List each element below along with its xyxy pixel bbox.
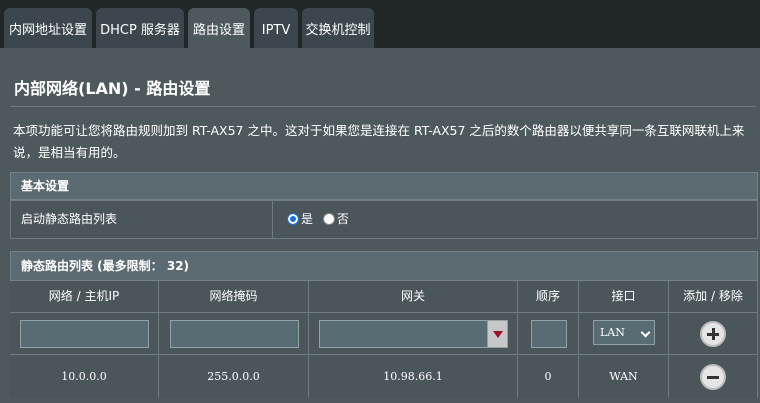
interface-select[interactable]: LAN <box>593 320 655 345</box>
row-gateway: 10.98.66.1 <box>309 356 518 398</box>
input-cell-netmask <box>159 313 309 355</box>
row-network: 10.0.0.0 <box>10 356 159 398</box>
interface-select-value: LAN <box>600 326 625 339</box>
col-add-remove: 添加 / 移除 <box>669 281 758 313</box>
row-interface: WAN <box>579 356 669 398</box>
page-description: 本项功能可让您将路由规则加到 RT-AX57 之中。这对于如果您是连接在 RT-… <box>13 123 745 160</box>
input-cell-network <box>10 313 159 355</box>
radio-yes-label: 是 <box>301 212 314 226</box>
col-netmask: 网络掩码 <box>159 281 309 313</box>
col-gateway: 网关 <box>309 281 518 313</box>
radio-no[interactable] <box>322 213 335 225</box>
input-cell-interface: LAN <box>579 313 669 355</box>
chevron-down-icon <box>640 327 651 338</box>
network-input[interactable] <box>20 320 149 348</box>
metric-input[interactable] <box>531 320 567 348</box>
row-netmask: 255.0.0.0 <box>159 356 309 398</box>
gateway-dropdown-arrow-icon[interactable] <box>487 321 507 347</box>
route-list-header: 静态路由列表 (最多限制： 32) <box>10 251 758 281</box>
row-remove-cell <box>669 356 758 398</box>
page-title: 内部网络(LAN) - 路由设置 <box>14 79 211 98</box>
netmask-input[interactable] <box>170 320 299 348</box>
col-metric: 顺序 <box>518 281 579 313</box>
static-route-row: 启动静态路由列表 是 否 <box>10 200 758 239</box>
remove-route-button[interactable] <box>700 364 726 390</box>
static-route-label: 启动静态路由列表 <box>11 201 273 238</box>
tab-route[interactable]: 路由设置 <box>188 8 250 48</box>
row-metric: 0 <box>518 356 579 398</box>
add-route-button[interactable] <box>700 321 726 347</box>
tab-dhcp[interactable]: DHCP 服务器 <box>96 8 184 48</box>
col-interface: 接口 <box>579 281 669 313</box>
input-cell-metric <box>518 313 579 355</box>
title-divider <box>10 106 756 107</box>
gateway-input[interactable] <box>319 320 508 348</box>
radio-no-label: 否 <box>336 212 349 226</box>
plus-icon-vertical <box>712 328 715 340</box>
input-cell-gateway <box>309 313 518 355</box>
radio-yes[interactable] <box>287 213 299 225</box>
tab-iptv[interactable]: IPTV <box>254 8 298 48</box>
input-cell-add <box>669 313 758 355</box>
basic-settings-header: 基本设置 <box>10 172 758 200</box>
tab-bar: 内网地址设置 DHCP 服务器 路由设置 IPTV 交换机控制 <box>0 0 760 48</box>
tab-switch-control[interactable]: 交换机控制 <box>302 8 374 48</box>
main-panel: 内部网络(LAN) - 路由设置 本项功能可让您将路由规则加到 RT-AX57 … <box>0 48 760 403</box>
route-table: 网络 / 主机IP 网络掩码 网关 顺序 接口 添加 / 移除 LAN 10.0… <box>10 281 758 403</box>
tab-lan-ip[interactable]: 内网地址设置 <box>4 8 92 48</box>
static-route-options: 是 否 <box>287 201 349 237</box>
minus-icon <box>707 376 719 379</box>
col-network: 网络 / 主机IP <box>10 281 159 313</box>
